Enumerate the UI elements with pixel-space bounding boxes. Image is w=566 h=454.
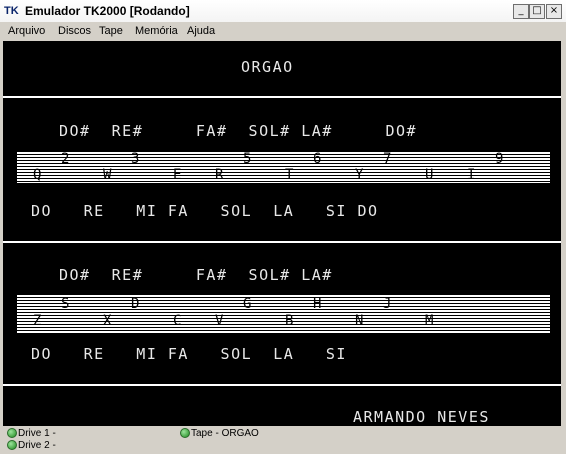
tape-led-icon: [180, 428, 190, 438]
key-label: R: [215, 167, 224, 183]
keyboard-row-1: 2 3 5 6 7 9 Q W E R T Y U I: [17, 152, 550, 183]
divider: [3, 96, 561, 98]
drive2-led-icon: [7, 440, 17, 450]
notes-row-1: DO RE MI FA SOL LA SI DO: [31, 202, 379, 220]
notes-row-2: DO RE MI FA SOL LA SI: [31, 345, 347, 363]
key-label: Z: [33, 313, 42, 329]
key-label: Y: [355, 167, 364, 183]
divider: [3, 241, 561, 243]
key-label: H: [313, 296, 322, 312]
key-label: W: [103, 167, 112, 183]
key-label: D: [131, 296, 140, 312]
key-label: C: [173, 313, 182, 329]
key-label: 3: [131, 151, 140, 167]
key-label: J: [383, 296, 392, 312]
status-bar: Drive 1 - Drive 2 - Tape - ORGAO: [0, 426, 566, 454]
keyboard-row-2: S D G H J Z X C V B N M: [17, 295, 550, 333]
key-label: Q: [33, 167, 42, 183]
title-bar[interactable]: TK Emulador TK2000 [Rodando] _ □ ×: [0, 0, 566, 23]
tape-status: Tape - ORGAO: [191, 428, 259, 439]
menu-ajuda[interactable]: Ajuda: [187, 24, 215, 39]
drive1-status: Drive 1 -: [18, 428, 56, 439]
menu-discos[interactable]: Discos: [58, 24, 91, 39]
drive2-status: Drive 2 -: [18, 440, 56, 451]
menu-tape[interactable]: Tape: [99, 24, 123, 39]
tk-app-icon: TK: [4, 5, 19, 17]
key-label: E: [173, 167, 182, 183]
menu-bar: Arquivo Discos Tape Memória Ajuda: [0, 22, 566, 41]
key-label: 2: [61, 151, 70, 167]
key-label: N: [355, 313, 364, 329]
author-credit: ARMANDO NEVES: [353, 408, 490, 426]
sharps-row-2: DO# RE# FA# SOL# LA#: [59, 266, 333, 284]
program-title: ORGAO: [241, 58, 294, 76]
key-label: 9: [495, 151, 504, 167]
key-label: X: [103, 313, 112, 329]
key-label: I: [467, 167, 476, 183]
emulator-window: TK Emulador TK2000 [Rodando] _ □ × Arqui…: [0, 0, 566, 454]
key-label: G: [243, 296, 252, 312]
close-button[interactable]: ×: [546, 4, 562, 19]
sharps-row-1: DO# RE# FA# SOL# LA# DO#: [59, 122, 418, 140]
window-title: Emulador TK2000 [Rodando]: [25, 4, 190, 18]
menu-memoria[interactable]: Memória: [135, 24, 178, 39]
drive1-led-icon: [7, 428, 17, 438]
maximize-button[interactable]: □: [529, 4, 545, 19]
divider: [3, 384, 561, 386]
key-label: S: [61, 296, 70, 312]
menu-arquivo[interactable]: Arquivo: [8, 24, 45, 39]
key-label: V: [215, 313, 224, 329]
emulator-screen[interactable]: ORGAO DO# RE# FA# SOL# LA# DO# 2 3 5 6 7…: [3, 41, 561, 426]
key-label: T: [285, 167, 294, 183]
key-label: M: [425, 313, 434, 329]
key-label: B: [285, 313, 294, 329]
key-label: U: [425, 167, 434, 183]
key-label: 7: [383, 151, 392, 167]
minimize-button[interactable]: _: [513, 4, 529, 19]
key-label: 6: [313, 151, 322, 167]
key-label: 5: [243, 151, 252, 167]
